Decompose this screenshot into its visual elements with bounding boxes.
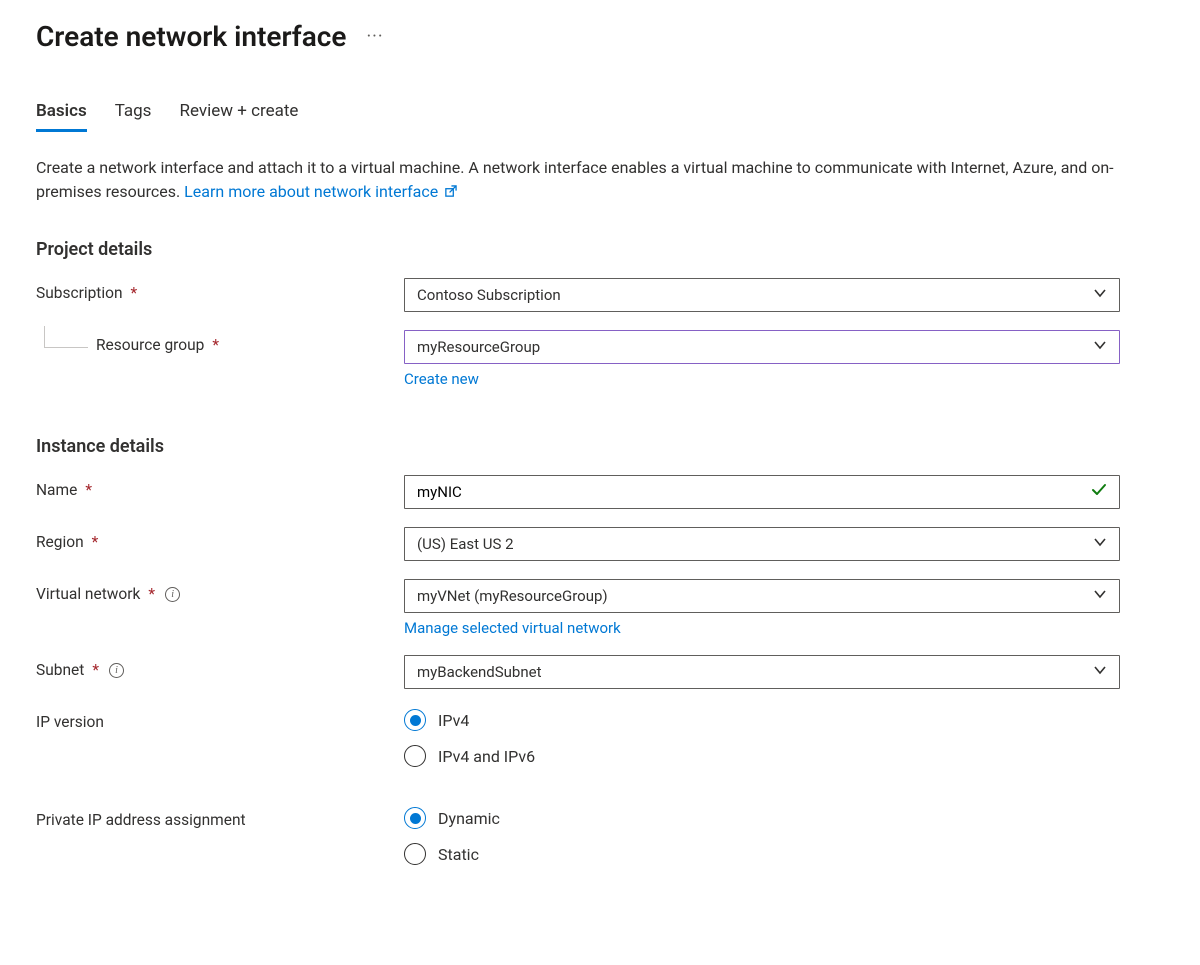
external-link-icon [444,181,457,205]
radio-static[interactable]: Static [404,843,1120,865]
info-icon[interactable]: i [165,587,180,602]
chevron-down-icon [1093,338,1107,356]
ip-version-radio-group: IPv4 IPv4 and IPv6 [404,707,1120,767]
subnet-select[interactable]: myBackendSubnet [404,655,1120,689]
create-new-link[interactable]: Create new [404,370,479,388]
radio-icon [404,709,426,731]
manage-vnet-link[interactable]: Manage selected virtual network [404,619,621,637]
radio-icon [404,843,426,865]
chevron-down-icon [1093,663,1107,681]
name-input[interactable] [404,475,1120,509]
radio-ipv4-ipv6[interactable]: IPv4 and IPv6 [404,745,1120,767]
label-ip-version: IP version [36,707,404,731]
resource-group-select[interactable]: myResourceGroup [404,330,1120,364]
tab-basics[interactable]: Basics [36,101,87,132]
chevron-down-icon [1093,587,1107,605]
tab-review-create[interactable]: Review + create [179,101,298,132]
intro-text: Create a network interface and attach it… [36,156,1164,205]
learn-more-link[interactable]: Learn more about network interface [184,182,457,201]
tab-bar: Basics Tags Review + create [36,101,1164,132]
label-subnet: Subnet* i [36,655,404,679]
label-name: Name* [36,475,404,499]
private-ip-radio-group: Dynamic Static [404,805,1120,865]
subscription-select[interactable]: Contoso Subscription [404,278,1120,312]
chevron-down-icon [1093,535,1107,553]
label-virtual-network: Virtual network* i [36,579,404,603]
label-private-ip-assignment: Private IP address assignment [36,805,404,829]
radio-ipv4[interactable]: IPv4 [404,709,1120,731]
tab-tags[interactable]: Tags [115,101,152,132]
info-icon[interactable]: i [109,663,124,678]
region-select[interactable]: (US) East US 2 [404,527,1120,561]
radio-icon [404,807,426,829]
radio-icon [404,745,426,767]
section-project-details: Project details [36,239,1164,260]
more-icon[interactable]: ··· [362,22,387,51]
checkmark-icon [1090,481,1108,503]
chevron-down-icon [1093,286,1107,304]
virtual-network-select[interactable]: myVNet (myResourceGroup) [404,579,1120,613]
radio-dynamic[interactable]: Dynamic [404,807,1120,829]
page-title: Create network interface [36,20,346,53]
section-instance-details: Instance details [36,436,1164,457]
label-resource-group: Resource group* [36,330,404,354]
label-subscription: Subscription* [36,278,404,302]
tree-connector-icon [44,326,88,348]
label-region: Region* [36,527,404,551]
